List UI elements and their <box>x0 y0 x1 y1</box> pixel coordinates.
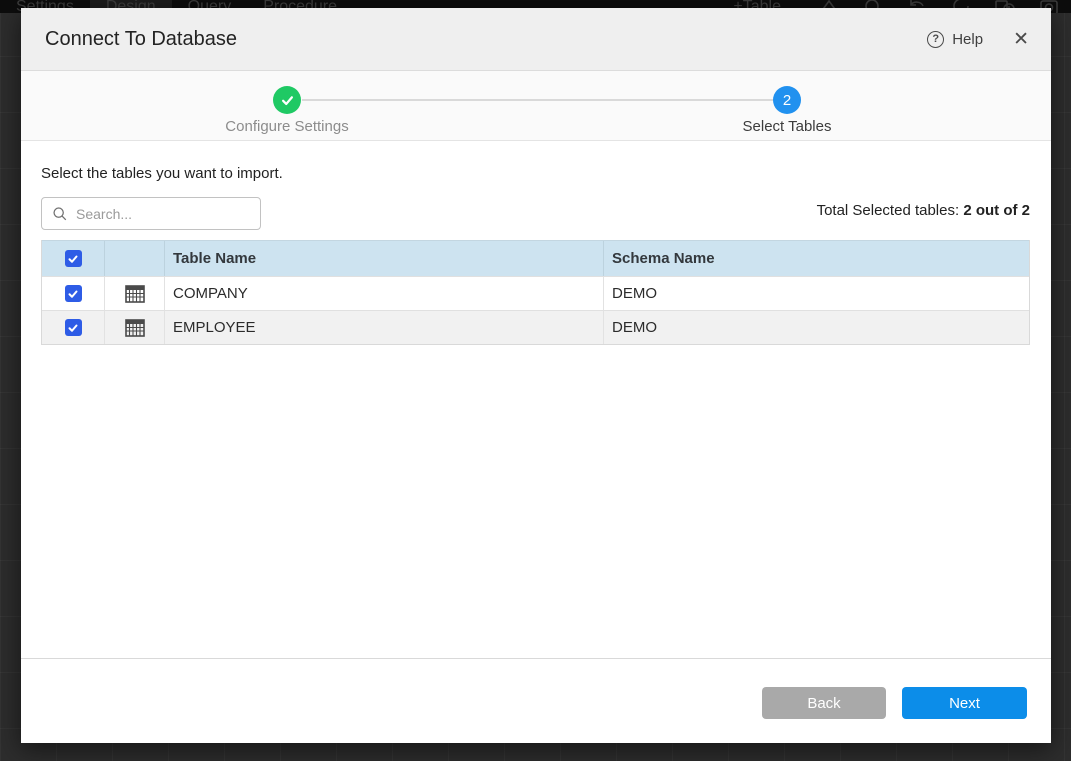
header-checkbox-cell <box>42 241 105 276</box>
step-1-completed-indicator[interactable] <box>273 86 301 114</box>
search-icon <box>52 206 68 222</box>
step-1-label: Configure Settings <box>177 118 397 135</box>
check-icon <box>280 93 295 108</box>
table-row[interactable]: EMPLOYEE DEMO <box>42 310 1029 344</box>
dialog-footer: Back Next <box>21 658 1051 743</box>
help-label: Help <box>952 31 983 48</box>
dialog-title: Connect To Database <box>45 28 237 51</box>
table-name-cell: EMPLOYEE <box>165 311 604 344</box>
table-name-cell: COMPANY <box>165 277 604 310</box>
schema-name-cell: DEMO <box>604 311 1029 344</box>
question-circle-icon: ? <box>927 31 944 48</box>
total-selected-value: 2 out of 2 <box>963 202 1030 219</box>
header-schema-name: Schema Name <box>604 241 1029 276</box>
header-icon-cell <box>105 241 165 276</box>
table-row[interactable]: COMPANY DEMO <box>42 276 1029 310</box>
table-header-row: Table Name Schema Name <box>42 240 1029 276</box>
tables-list: Table Name Schema Name <box>41 240 1030 345</box>
table-grid-icon <box>105 277 165 310</box>
row-checkbox[interactable] <box>65 285 82 302</box>
next-button[interactable]: Next <box>902 687 1027 719</box>
connect-to-database-dialog: Connect To Database ? Help ✕ 2 Configure… <box>21 8 1051 743</box>
close-icon[interactable]: ✕ <box>1013 30 1029 49</box>
total-selected-label: Total Selected tables: <box>817 202 960 219</box>
dialog-header-actions: ? Help ✕ <box>927 30 1029 49</box>
wizard-stepper: 2 Configure Settings Select Tables <box>21 71 1051 141</box>
dialog-header: Connect To Database ? Help ✕ <box>21 8 1051 71</box>
table-search-box <box>41 197 261 230</box>
row-checkbox[interactable] <box>65 319 82 336</box>
step-2-label: Select Tables <box>677 118 897 135</box>
select-all-checkbox[interactable] <box>65 250 82 267</box>
schema-name-cell: DEMO <box>604 277 1029 310</box>
step-connector-line <box>302 99 773 101</box>
dialog-body: Select the tables you want to import. To… <box>21 141 1051 658</box>
header-table-name: Table Name <box>165 241 604 276</box>
instruction-text: Select the tables you want to import. <box>41 165 283 182</box>
step-2-indicator[interactable]: 2 <box>773 86 801 114</box>
row-checkbox-cell <box>42 277 105 310</box>
table-grid-icon <box>105 311 165 344</box>
help-button[interactable]: ? Help <box>927 31 983 48</box>
back-button[interactable]: Back <box>762 687 886 719</box>
search-input[interactable] <box>76 206 260 222</box>
row-checkbox-cell <box>42 311 105 344</box>
total-selected-text: Total Selected tables: 2 out of 2 <box>817 202 1030 219</box>
